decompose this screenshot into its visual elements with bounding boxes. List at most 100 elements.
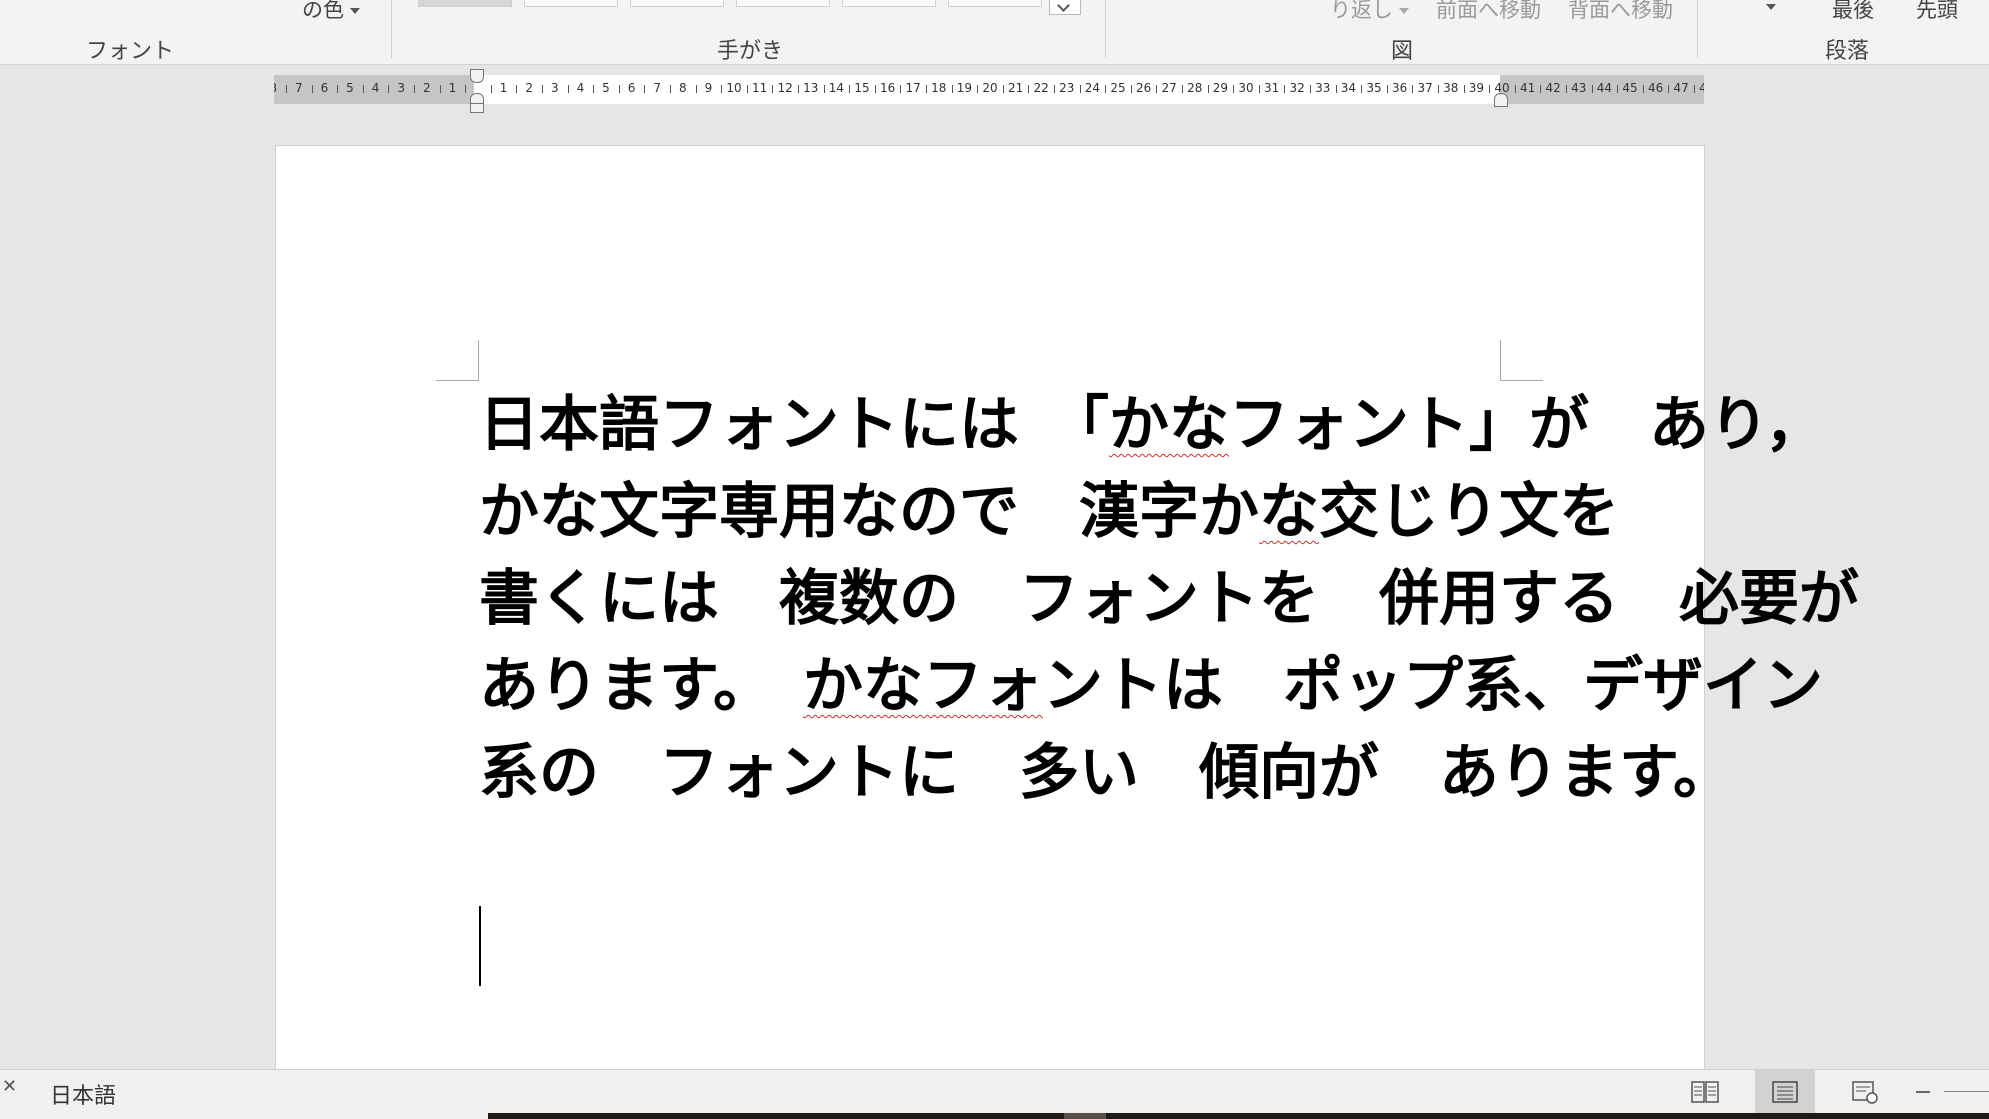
ruler-tick — [414, 85, 415, 93]
margin-corner-mark — [1500, 340, 1543, 381]
ruler-number: 8 — [274, 81, 277, 95]
ruler-tick — [1617, 85, 1619, 93]
ruler-tick — [695, 85, 697, 93]
ruler-tick — [1258, 85, 1260, 93]
read-mode-button[interactable] — [1675, 1070, 1735, 1114]
ruler-tick — [439, 85, 441, 93]
ruler-tick — [1694, 85, 1695, 93]
proofing-icon[interactable]: ✕ — [2, 1076, 17, 1097]
ruler-tick — [516, 85, 518, 93]
web-layout-icon — [1852, 1081, 1878, 1104]
ruler-number: 3 — [550, 81, 559, 95]
ruler-tick — [1668, 85, 1670, 93]
ruler-tick — [1438, 85, 1439, 93]
ruler-number: 4 — [576, 81, 585, 95]
document-text-run: かな文字専用なので 漢字か — [479, 477, 1259, 547]
ruler-number: 11 — [751, 81, 768, 95]
pen-swatch[interactable] — [418, 0, 512, 7]
ruler-tick — [1284, 85, 1286, 93]
ruler-tick — [618, 85, 620, 93]
zoom-slider[interactable] — [1944, 1091, 1989, 1092]
taskbar — [488, 1113, 1989, 1119]
ruler-number: 22 — [1033, 81, 1049, 95]
ruler-number: 31 — [1263, 81, 1280, 95]
ruler-number: 10 — [726, 81, 742, 95]
pen-swatch[interactable] — [630, 0, 724, 7]
ruler-number: 6 — [627, 81, 636, 95]
ruler-tick — [670, 85, 671, 93]
ruler-tick — [1105, 85, 1107, 93]
group-separator — [1697, 0, 1698, 58]
ruler-number: 18 — [931, 81, 947, 95]
ruler-number: 32 — [1289, 81, 1305, 95]
send-backward-button[interactable]: 背面へ移動 — [1568, 0, 1673, 24]
ruler-tick — [362, 85, 364, 93]
first-line-indent-handle[interactable] — [470, 69, 484, 83]
ruler-tick — [1514, 85, 1516, 93]
ruler-number: 44 — [1596, 81, 1613, 95]
group-label-drawing: 図 — [1390, 39, 1414, 64]
group-separator — [1105, 0, 1106, 58]
ruler-tick — [977, 85, 979, 93]
ruler-number: 5 — [602, 81, 610, 95]
taskbar-active-app[interactable] — [1064, 1113, 1106, 1119]
ruler-tick — [337, 85, 339, 93]
ruler-number: 27 — [1161, 81, 1177, 95]
margin-corner-mark — [436, 340, 479, 381]
ruler-number: 21 — [1007, 81, 1024, 95]
ruler-number: 3 — [397, 81, 406, 95]
document-line: 日本語フォントには 「かなフォント」が あり， — [479, 382, 1825, 469]
ruler-tick — [900, 85, 902, 93]
ruler-tick — [286, 85, 287, 93]
ruler-number: 14 — [828, 81, 845, 95]
pen-gallery[interactable] — [412, 0, 1084, 8]
first-button[interactable]: 先頭 — [1916, 0, 1958, 24]
ruler-number: 7 — [294, 81, 303, 95]
gallery-more-button[interactable] — [1049, 0, 1081, 15]
right-indent-handle[interactable] — [1494, 93, 1508, 107]
ruler-number: 2 — [422, 81, 431, 95]
pen-swatch[interactable] — [948, 0, 1042, 7]
document-page[interactable]: 日本語フォントには 「かなフォント」が あり， かな文字専用なので 漢字かな交じり… — [276, 146, 1859, 1106]
document-body[interactable]: 日本語フォントには 「かなフォント」が あり， かな文字専用なので 漢字かな交じり… — [479, 382, 1859, 817]
ruler-tick — [798, 85, 799, 93]
zoom-out-button[interactable] — [1916, 1091, 1930, 1093]
read-mode-icon — [1691, 1081, 1719, 1103]
ruler-number: 29 — [1212, 81, 1229, 95]
ruler-number: 25 — [1110, 81, 1126, 95]
ruler-number: 20 — [982, 81, 998, 95]
text-cursor — [479, 906, 481, 986]
bring-forward-button[interactable]: 前面へ移動 — [1436, 0, 1541, 24]
last-button[interactable]: 最後 — [1832, 0, 1874, 24]
ruler-tick — [1182, 85, 1183, 93]
pen-swatch[interactable] — [736, 0, 830, 7]
horizontal-ruler[interactable]: 8765432112345678910111213141516171819202… — [274, 75, 1704, 104]
ruler-number: 7 — [653, 81, 662, 95]
print-layout-button[interactable] — [1755, 1070, 1815, 1114]
ruler-tick — [874, 85, 876, 93]
web-layout-button[interactable] — [1835, 1070, 1895, 1114]
ruler-number: 46 — [1647, 81, 1664, 95]
font-color-button[interactable]: の色 — [302, 0, 360, 24]
ruler-number: 47 — [1673, 81, 1689, 95]
ruler-tick — [721, 85, 723, 93]
left-indent-handle[interactable] — [470, 103, 484, 113]
language-indicator[interactable]: 日本語 — [50, 1078, 116, 1110]
pen-swatch[interactable] — [842, 0, 936, 7]
wrap-text-button[interactable]: り返し — [1330, 0, 1409, 24]
chevron-down-icon — [350, 8, 360, 14]
ruler-number: 19 — [956, 81, 973, 95]
ruler-tick — [823, 85, 825, 93]
pen-swatch[interactable] — [524, 0, 618, 7]
ruler-number: 8 — [678, 81, 687, 95]
ruler-tick — [1463, 85, 1465, 93]
group-label-font: フォント — [85, 39, 175, 64]
ruler-tick — [1591, 85, 1593, 93]
document-text-run: 交じり文を — [1319, 477, 1619, 547]
spelling-flagged-text: な — [1259, 477, 1319, 547]
ruler-tick — [1130, 85, 1132, 93]
paragraph-dropdown[interactable] — [1760, 0, 1776, 18]
chevron-down-icon — [1399, 8, 1409, 14]
ruler-tick — [926, 85, 927, 93]
document-line: 書くには 複数の フォントを 併用する 必要が — [479, 556, 1859, 643]
